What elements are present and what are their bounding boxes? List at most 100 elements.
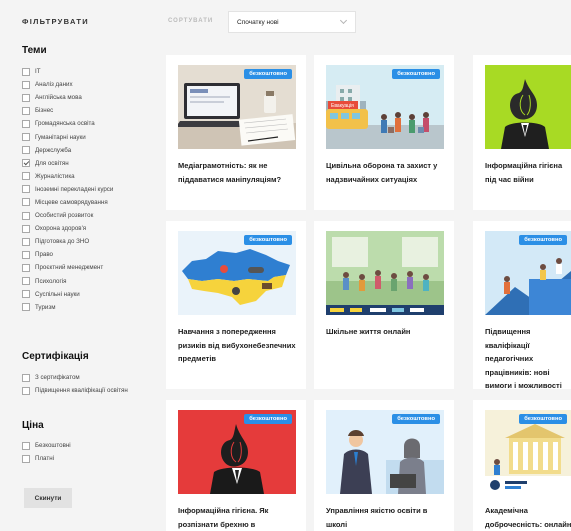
checkbox[interactable] [22,224,30,233]
course-card[interactable]: безкоштовно Академічна доброчесність: он… [473,400,571,531]
free-badge: безкоштовно [392,69,440,79]
filter-option-label: Безкоштовні [35,442,71,450]
filter-option[interactable]: Журналістика [22,170,113,183]
filter-option[interactable]: Підвищення кваліфікації освітян [22,384,128,397]
filter-option[interactable]: Особистий розвиток [22,209,113,222]
course-card[interactable]: Шкільне життя онлайн [314,221,454,389]
free-badge: безкоштовно [392,414,440,424]
evacuation-sign-text: Евакуація [331,103,354,109]
filter-option[interactable]: Англійська мова [22,91,113,104]
checkbox[interactable] [22,263,30,272]
checkbox[interactable] [22,93,30,102]
reset-filters-button[interactable]: Скинути [24,488,72,508]
filter-option[interactable]: Громадянська освіта [22,117,113,130]
free-badge: безкоштовно [519,414,567,424]
sort-select[interactable]: Спочатку нові [228,11,356,33]
checkbox[interactable] [22,211,30,220]
onion-head-illustration [485,65,571,149]
course-thumbnail [485,65,571,149]
filter-option-label: Громадянська освіта [35,120,95,128]
filter-option[interactable]: Для освітян [22,157,113,170]
filter-option-label: Іноземні перекладені курси [35,185,114,193]
sort-selected-value: Спочатку нові [237,18,279,26]
filter-option[interactable]: Туризм [22,301,113,314]
filter-option-label: Проєктний менеджмент [35,264,104,272]
course-title: Управління якістю освіти в школі [326,506,428,529]
filter-option-label: Англійська мова [35,94,82,102]
filter-option[interactable]: Суспільні науки [22,288,113,301]
checkbox[interactable] [22,237,30,246]
filter-option-label: Держслужба [35,146,72,154]
filter-option[interactable]: Місцеве самоврядування [22,196,113,209]
checkbox[interactable] [22,146,30,155]
course-card[interactable]: Евакуація безкоштовно Цивільна оборона т… [314,55,454,210]
filter-option-label: Журналістика [35,172,75,180]
course-title: Навчання з попередження ризиків від вибу… [178,327,296,363]
checkbox[interactable] [22,441,30,450]
course-card[interactable]: Інформаційна гігієна під час війни [473,55,571,210]
filter-option-label: Аналіз даних [35,81,73,89]
checkbox[interactable] [22,133,30,142]
topics-filter-list: IT Аналіз даних Англійська мова Бізнес Грома… [22,65,113,314]
filter-option-label: IT [35,68,41,76]
filter-option[interactable]: Аналіз даних [22,78,113,91]
filter-option[interactable]: Держслужба [22,144,113,157]
filter-option[interactable]: Іноземні перекладені курси [22,183,113,196]
course-card[interactable]: безкоштовно Медіаграмотність: як не підд… [166,55,306,210]
checkbox[interactable] [22,303,30,312]
filter-option[interactable]: Гуманітарні науки [22,130,113,143]
checkbox[interactable] [22,250,30,259]
course-thumbnail: безкоштовно [178,65,296,149]
course-thumbnail: Евакуація безкоштовно [326,65,444,149]
filter-option[interactable]: Психологія [22,275,113,288]
course-card[interactable]: безкоштовно Підвищення кваліфікації педа… [473,221,571,389]
topics-title: Теми [22,45,47,56]
checkbox[interactable] [22,290,30,299]
chevron-down-icon [339,16,348,25]
filter-option[interactable]: Бізнес [22,104,113,117]
sort-label: СОРТУВАТИ [168,18,214,24]
filter-option[interactable]: Право [22,248,113,261]
school-life-illustration [326,231,444,315]
filter-option[interactable]: IT [22,65,113,78]
checkbox[interactable] [22,198,30,207]
course-title: Цивільна оборона та захист у надзвичайни… [326,161,438,184]
certification-filter-list: З сертифікатом Підвищення кваліфікації ос… [22,371,128,397]
free-badge: безкоштовно [244,69,292,79]
course-title: Академічна доброчесність: онлайн-курс [485,506,571,529]
checkbox[interactable] [22,106,30,115]
price-filter-list: Безкоштовні Платні [22,439,71,465]
filter-option-label: Для освітян [35,159,69,167]
filter-option-label: Бізнес [35,107,54,115]
checkbox[interactable] [22,386,30,395]
checkbox[interactable] [22,277,30,286]
checkbox[interactable] [22,373,30,382]
checkbox-checked[interactable] [22,159,30,168]
free-badge: безкоштовно [519,235,567,245]
filter-option[interactable]: Підготовка до ЗНО [22,235,113,248]
filter-option[interactable]: Безкоштовні [22,439,71,452]
course-title: Інформаційна гігієна під час війни [485,161,563,184]
checkbox[interactable] [22,172,30,181]
checkbox[interactable] [22,67,30,76]
filter-option[interactable]: Проєктний менеджмент [22,261,113,274]
course-title: Шкільне життя онлайн [326,327,411,336]
certification-title: Сертифікація [22,351,89,362]
course-card[interactable]: безкоштовно Управління якістю освіти в ш… [314,400,454,531]
checkbox[interactable] [22,454,30,463]
filter-option[interactable]: Охорона здоров'я [22,222,113,235]
course-title: Підвищення кваліфікації педагогічних пра… [485,327,562,389]
checkbox[interactable] [22,185,30,194]
course-thumbnail: безкоштовно [485,410,571,494]
filter-option[interactable]: З сертифікатом [22,371,128,384]
course-title: Медіаграмотність: як не піддаватися мані… [178,161,282,184]
course-card[interactable]: безкоштовно Інформаційна гігієна. Як роз… [166,400,306,531]
free-badge: безкоштовно [244,235,292,245]
filter-sidebar: ФІЛЬТРУВАТИ Теми IT Аналіз даних Англійськ… [0,0,150,531]
filter-heading: ФІЛЬТРУВАТИ [22,17,89,26]
checkbox[interactable] [22,119,30,128]
filter-option[interactable]: Платні [22,452,71,465]
filter-option-label: З сертифікатом [35,374,80,382]
course-card[interactable]: безкоштовно Навчання з попередження ризи… [166,221,306,389]
checkbox[interactable] [22,80,30,89]
